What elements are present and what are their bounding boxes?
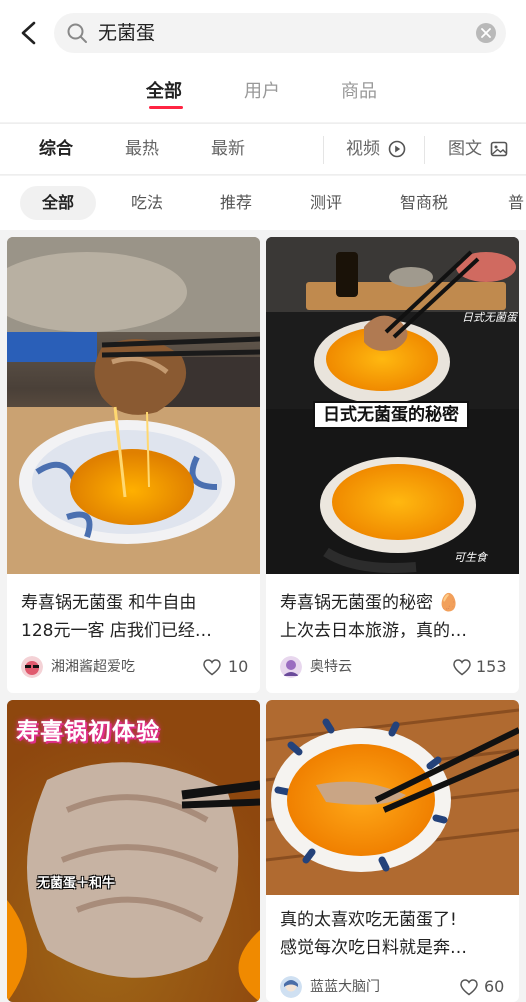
note-card[interactable]: 寿喜锅无菌蛋 和牛自由 128元一客 店我们已经… 湘湘酱超爱吃 10 [7, 237, 260, 693]
author-name[interactable]: 蓝蓝大脑门 [310, 977, 380, 997]
chip-more[interactable]: 普 [508, 186, 524, 220]
chip-how-to-eat[interactable]: 吃法 [131, 186, 163, 220]
author-name[interactable]: 奥特云 [310, 657, 352, 677]
note-cover-image [7, 237, 260, 574]
image-caption: 寿喜锅初体验 [16, 719, 160, 745]
like-count: 153 [476, 657, 507, 676]
note-title-line: 寿喜锅无菌蛋的秘密 🥚 [280, 593, 460, 613]
search-icon [67, 23, 87, 43]
sort-comprehensive[interactable]: 综合 [39, 138, 73, 160]
like-heart-icon[interactable] [460, 979, 478, 996]
image-handwriting: 日式无菌蛋 [462, 311, 517, 324]
tab-all[interactable]: 全部 [146, 80, 182, 104]
image-handwriting: 可生食 [454, 551, 487, 564]
clear-search-icon[interactable] [476, 23, 496, 43]
back-arrow-icon[interactable] [14, 17, 44, 49]
author-avatar[interactable] [280, 656, 302, 678]
chip-all[interactable]: 全部 [20, 186, 96, 220]
image-caption: 无菌蛋＋和牛 [37, 876, 116, 891]
note-title-line: 真的太喜欢吃无菌蛋了! [280, 910, 457, 930]
result-type-tabs: 全部 用户 商品 [0, 66, 526, 122]
note-title-line: 感觉每次吃日料就是奔… [280, 938, 467, 958]
author-avatar[interactable] [280, 976, 302, 998]
like-count: 10 [228, 657, 249, 676]
author-avatar[interactable] [21, 656, 43, 678]
like-heart-icon[interactable] [203, 659, 221, 676]
image-caption: 日式无菌蛋的秘密 [313, 401, 469, 429]
note-cover-image: 日式无菌蛋的秘密 日式无菌蛋 可生食 [266, 237, 519, 574]
note-title-line: 128元一客 店我们已经… [21, 621, 212, 641]
chip-recommend[interactable]: 推荐 [220, 186, 252, 220]
note-title: 寿喜锅无菌蛋 和牛自由 128元一客 店我们已经… [21, 589, 247, 645]
filter-image-text[interactable]: 图文 [448, 138, 482, 160]
tab-users[interactable]: 用户 [244, 80, 280, 104]
like-heart-icon[interactable] [453, 659, 471, 676]
divider [424, 136, 425, 164]
search-query-text[interactable]: 无菌蛋 [98, 21, 155, 45]
note-card[interactable]: 真的太喜欢吃无菌蛋了! 感觉每次吃日料就是奔… 蓝蓝大脑门 60 [266, 700, 519, 1002]
note-cover-image: 寿喜锅初体验 无菌蛋＋和牛 [7, 700, 260, 1002]
play-circle-icon [388, 140, 406, 158]
filter-video[interactable]: 视频 [346, 138, 380, 160]
author-name[interactable]: 湘湘酱超爱吃 [51, 657, 135, 677]
search-bar[interactable]: 无菌蛋 [54, 13, 506, 53]
image-icon [490, 141, 508, 157]
note-title: 真的太喜欢吃无菌蛋了! 感觉每次吃日料就是奔… [280, 906, 506, 962]
top-bar: 无菌蛋 [0, 0, 526, 66]
topic-chips: 全部 吃法 推荐 测评 智商税 普 [0, 176, 526, 230]
filter-bar: 综合 最热 最新 视频 图文 [0, 123, 526, 175]
note-card[interactable]: 寿喜锅初体验 无菌蛋＋和牛 [7, 700, 260, 1002]
tab-products[interactable]: 商品 [341, 80, 377, 104]
like-count: 60 [484, 977, 505, 996]
chip-iq-tax[interactable]: 智商税 [400, 186, 448, 220]
note-cover-image [266, 700, 519, 895]
sort-hottest[interactable]: 最热 [125, 138, 159, 160]
sort-newest[interactable]: 最新 [211, 138, 245, 160]
chip-review[interactable]: 测评 [310, 186, 342, 220]
note-title-line: 寿喜锅无菌蛋 和牛自由 [21, 593, 197, 613]
divider [323, 136, 324, 164]
active-tab-indicator [149, 106, 183, 109]
note-title: 寿喜锅无菌蛋的秘密 🥚 上次去日本旅游，真的… [280, 589, 506, 645]
note-card[interactable]: 日式无菌蛋的秘密 日式无菌蛋 可生食 寿喜锅无菌蛋的秘密 🥚 上次去日本旅游，真… [266, 237, 519, 693]
note-title-line: 上次去日本旅游，真的… [280, 621, 467, 641]
